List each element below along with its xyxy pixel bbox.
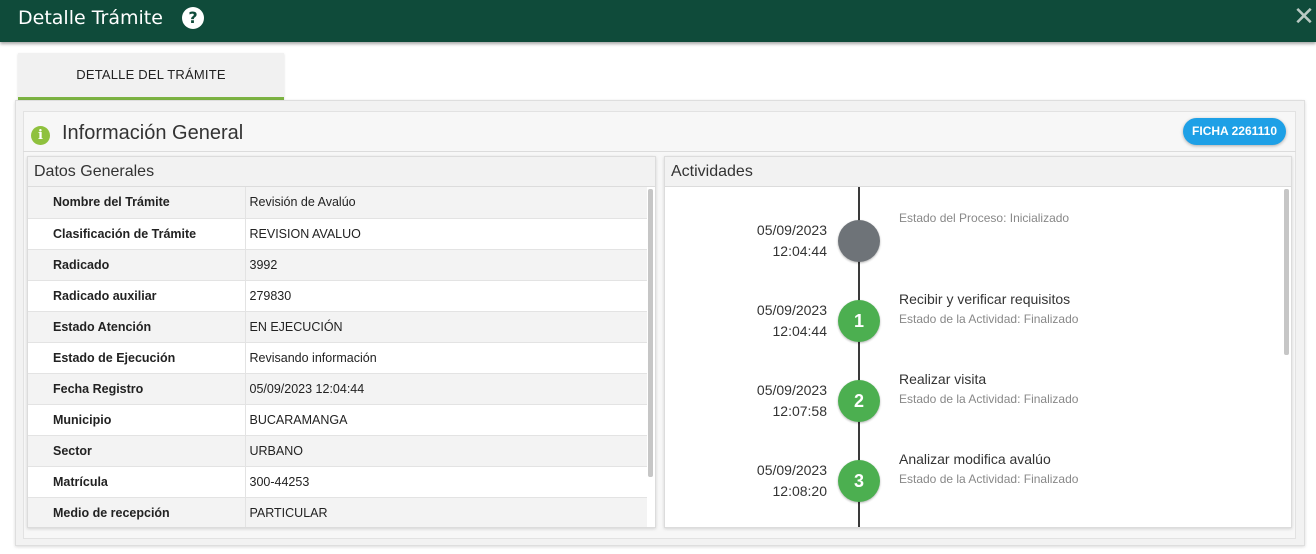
field-label: Fecha Registro bbox=[28, 373, 246, 405]
window-title: Detalle Trámite bbox=[18, 7, 163, 29]
field-label: Estado de Ejecución bbox=[28, 342, 246, 374]
field-label: Clasificación de Trámite bbox=[28, 218, 246, 250]
activity-datetime: 05/09/2023 12:04:44 bbox=[665, 300, 827, 342]
activity-date: 05/09/2023 bbox=[756, 382, 827, 398]
field-label: Estado Atención bbox=[28, 311, 246, 343]
actividades-title: Actividades bbox=[665, 157, 1291, 187]
field-label: Matrícula bbox=[28, 466, 246, 498]
field-value: Revisión de Avalúo bbox=[245, 187, 647, 219]
field-value: Revisando información bbox=[245, 342, 647, 374]
activity-date: 05/09/2023 bbox=[756, 462, 827, 478]
datos-scrollbar[interactable] bbox=[648, 189, 653, 477]
field-label: Radicado bbox=[28, 249, 246, 281]
info-general-header: i Información General FICHA 2261110 bbox=[23, 112, 1296, 152]
activity-status: Estado de la Actividad: Finalizado bbox=[899, 392, 1079, 406]
table-row: Estado Atención EN EJECUCIÓN bbox=[28, 311, 647, 343]
field-value: 3992 bbox=[245, 249, 647, 281]
table-row: Municipio BUCARAMANGA bbox=[28, 404, 647, 436]
field-label: Radicado auxiliar bbox=[28, 280, 246, 312]
process-start-node bbox=[838, 220, 880, 262]
table-row: Matrícula 300-44253 bbox=[28, 466, 647, 498]
activity-time: 12:07:58 bbox=[772, 403, 828, 419]
activity-title: Realizar visita bbox=[899, 371, 987, 387]
table-row: Radicado auxiliar 279830 bbox=[28, 280, 647, 312]
field-label: Medio de recepción bbox=[28, 497, 246, 527]
actividades-card: Actividades 05/09/2023 12:04:44 Estado del… bbox=[664, 156, 1292, 528]
activity-datetime: 05/09/2023 12:07:58 bbox=[665, 380, 827, 422]
table-row: Estado de Ejecución Revisando información bbox=[28, 342, 647, 374]
activity-step-node: 1 bbox=[838, 300, 880, 342]
table-row: Nombre del Trámite Revisión de Avalúo bbox=[28, 187, 647, 219]
actividades-scrollbar[interactable] bbox=[1284, 189, 1289, 355]
activity-time: 12:08:20 bbox=[772, 483, 828, 499]
field-value: 05/09/2023 12:04:44 bbox=[245, 373, 647, 405]
activity-time: 12:04:44 bbox=[772, 243, 828, 259]
field-value: 279830 bbox=[245, 280, 647, 312]
datos-generales-card: Datos Generales Nombre del Trámite Revisi… bbox=[27, 156, 656, 528]
activity-status: Estado de la Actividad: Finalizado bbox=[899, 472, 1079, 486]
activity-step-node: 2 bbox=[838, 380, 880, 422]
activity-step-node: 3 bbox=[838, 460, 880, 502]
activity-title: Analizar modifica avalúo bbox=[899, 451, 1051, 467]
table-row: Radicado 3992 bbox=[28, 249, 647, 281]
activity-datetime: 05/09/2023 12:04:44 bbox=[665, 220, 827, 262]
datos-generales-title: Datos Generales bbox=[28, 157, 655, 187]
field-value: BUCARAMANGA bbox=[245, 404, 647, 436]
activity-time: 12:04:44 bbox=[772, 323, 828, 339]
table-row: Sector URBANO bbox=[28, 435, 647, 467]
field-value: EN EJECUCIÓN bbox=[245, 311, 647, 343]
field-value: PARTICULAR bbox=[245, 497, 647, 527]
table-row: Medio de recepción PARTICULAR bbox=[28, 497, 647, 527]
activity-datetime: 05/09/2023 12:08:20 bbox=[665, 460, 827, 502]
table-row: Clasificación de Trámite REVISION AVALUO bbox=[28, 218, 647, 250]
field-value: 300-44253 bbox=[245, 466, 647, 498]
field-label: Sector bbox=[28, 435, 246, 467]
section-title: Información General bbox=[62, 122, 244, 144]
help-icon[interactable]: ? bbox=[182, 7, 204, 29]
activity-date: 05/09/2023 bbox=[756, 222, 827, 238]
tab-detalle-tramite[interactable]: DETALLE DEL TRÁMITE bbox=[18, 53, 284, 100]
field-label: Municipio bbox=[28, 404, 246, 436]
field-value: REVISION AVALUO bbox=[245, 218, 647, 250]
activity-status: Estado del Proceso: Inicializado bbox=[899, 211, 1070, 225]
field-value: URBANO bbox=[245, 435, 647, 467]
activity-title: Recibir y verificar requisitos bbox=[899, 291, 1071, 307]
datos-generales-table-wrap[interactable]: Nombre del Trámite Revisión de Avalúo Clas… bbox=[28, 187, 647, 527]
activity-status: Estado de la Actividad: Finalizado bbox=[899, 312, 1079, 326]
datos-generales-table: Nombre del Trámite Revisión de Avalúo Clas… bbox=[28, 187, 647, 527]
close-icon[interactable]: ✕ bbox=[1292, 2, 1316, 32]
table-row: Fecha Registro 05/09/2023 12:04:44 bbox=[28, 373, 647, 405]
ficha-badge[interactable]: FICHA 2261110 bbox=[1183, 118, 1286, 145]
field-label: Nombre del Trámite bbox=[28, 187, 246, 219]
info-icon: i bbox=[31, 126, 50, 145]
activity-date: 05/09/2023 bbox=[756, 302, 827, 318]
title-bar: Detalle Trámite ? ✕ bbox=[0, 0, 1316, 42]
